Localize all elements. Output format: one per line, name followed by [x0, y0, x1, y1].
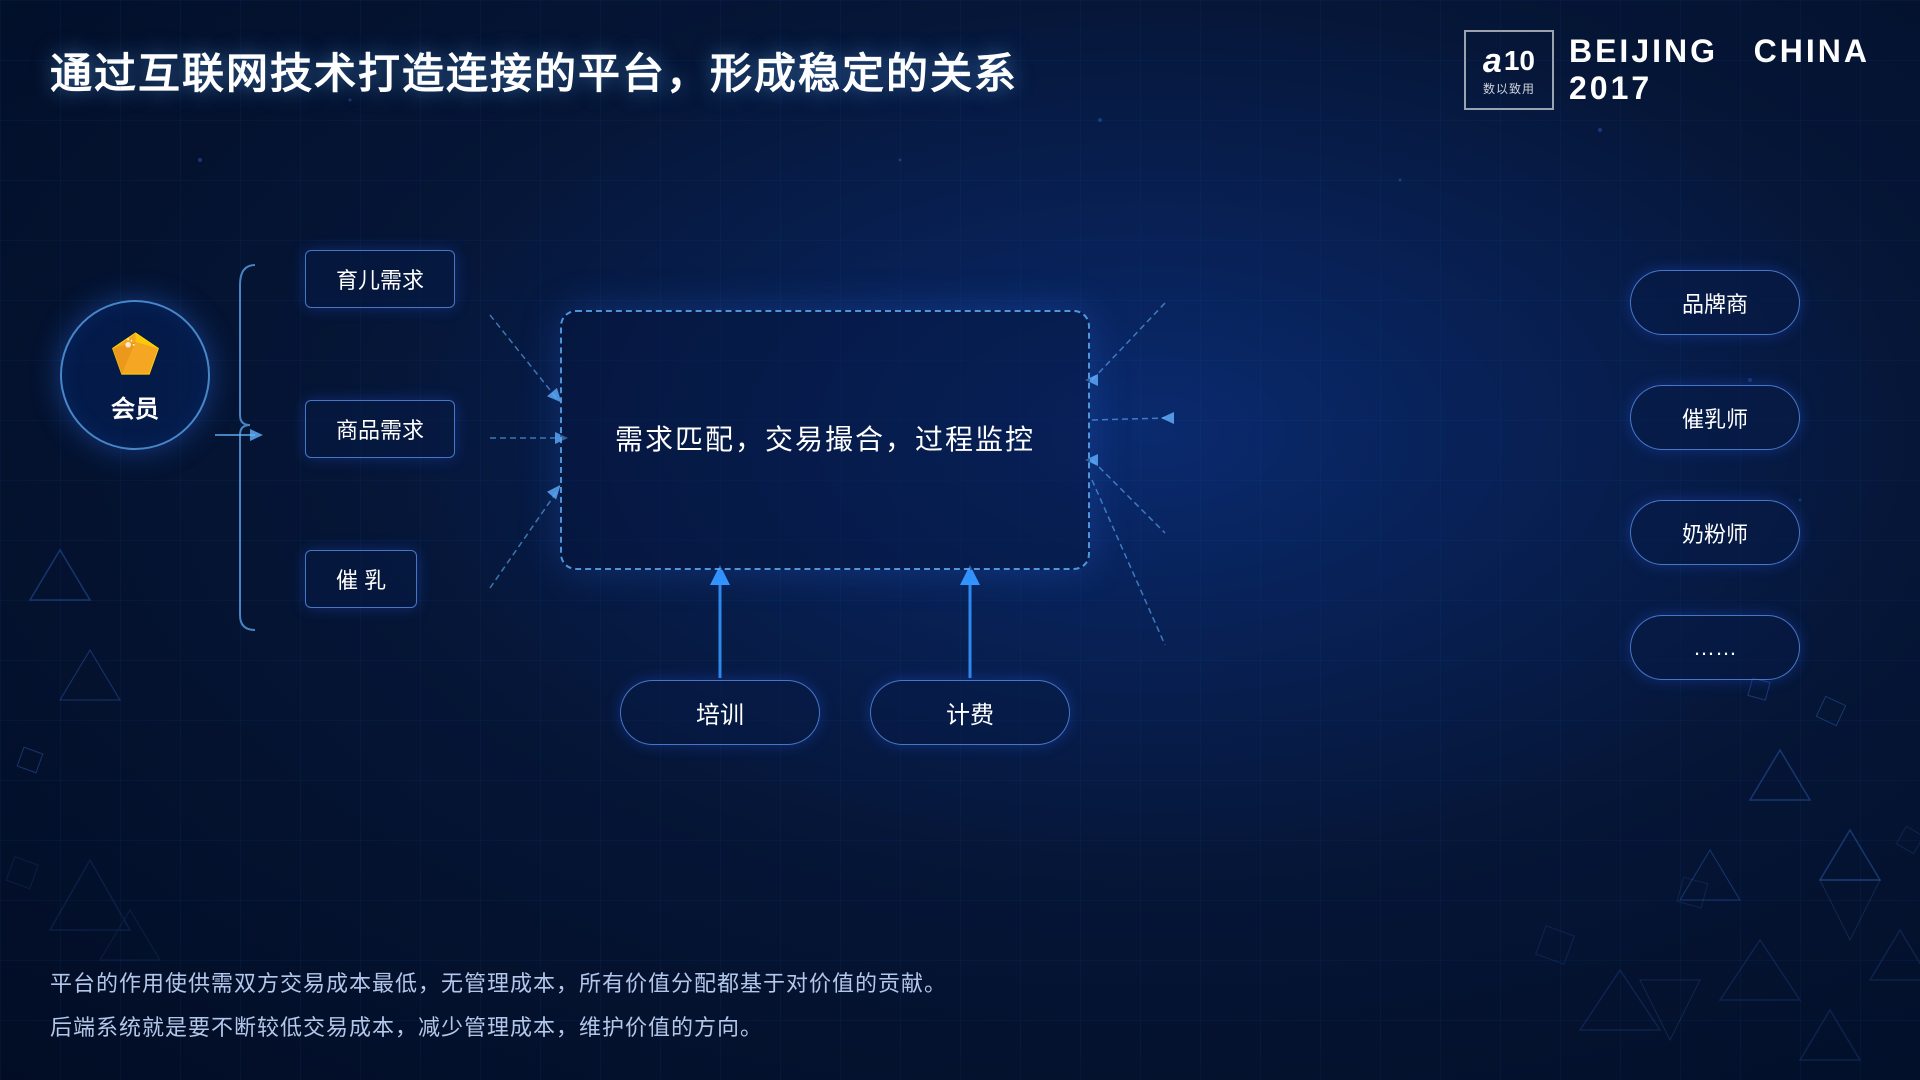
- logo-beijing-china: BEIJING CHINA: [1569, 33, 1870, 70]
- diamond-icon: [108, 326, 163, 381]
- footer-line-2: 后端系统就是要不断较低交易成本，减少管理成本，维护价值的方向。: [50, 1006, 1870, 1050]
- bottom-oval-billing: 计费: [870, 680, 1070, 745]
- bottom-oval-training: 培训: [620, 680, 820, 745]
- header: 通过互联网技术打造连接的平台，形成稳定的关系 a 10 数以致用 BEIJING…: [0, 0, 1920, 110]
- need-box-1: 育儿需求: [305, 250, 455, 308]
- footer-line-1: 平台的作用使供需双方交易成本最低，无管理成本，所有价值分配都基于对价值的贡献。: [50, 962, 1870, 1006]
- need-box-2: 商品需求: [305, 400, 455, 458]
- logo-icon: a: [1483, 44, 1502, 78]
- logo-box: a 10 数以致用: [1464, 30, 1554, 110]
- page-title: 通过互联网技术打造连接的平台，形成稳定的关系: [50, 40, 1018, 101]
- need-box-3: 催 乳: [305, 550, 417, 608]
- logo-sub-text: 数以致用: [1483, 80, 1535, 97]
- central-text: 需求匹配，交易撮合，过程监控: [615, 418, 1035, 463]
- right-oval-milk: 奶粉师: [1630, 500, 1800, 565]
- logo-area: a 10 数以致用 BEIJING CHINA 2017: [1464, 30, 1870, 110]
- central-box: 需求匹配，交易撮合，过程监控: [560, 310, 1090, 570]
- footer-text-area: 平台的作用使供需双方交易成本最低，无管理成本，所有价值分配都基于对价值的贡献。 …: [50, 962, 1870, 1050]
- member-circle: 会员: [60, 300, 210, 450]
- right-oval-more: ……: [1630, 615, 1800, 680]
- logo-year: 2017: [1569, 70, 1870, 107]
- right-oval-brand: 品牌商: [1630, 270, 1800, 335]
- logo-text-block: BEIJING CHINA 2017: [1569, 33, 1870, 107]
- diagram-area: 会员 育儿需求 商品需求 催 乳 需求匹配，交易撮合，过程监控 品牌商 催乳师 …: [0, 120, 1920, 820]
- member-label: 会员: [111, 389, 159, 424]
- right-oval-lactation: 催乳师: [1630, 385, 1800, 450]
